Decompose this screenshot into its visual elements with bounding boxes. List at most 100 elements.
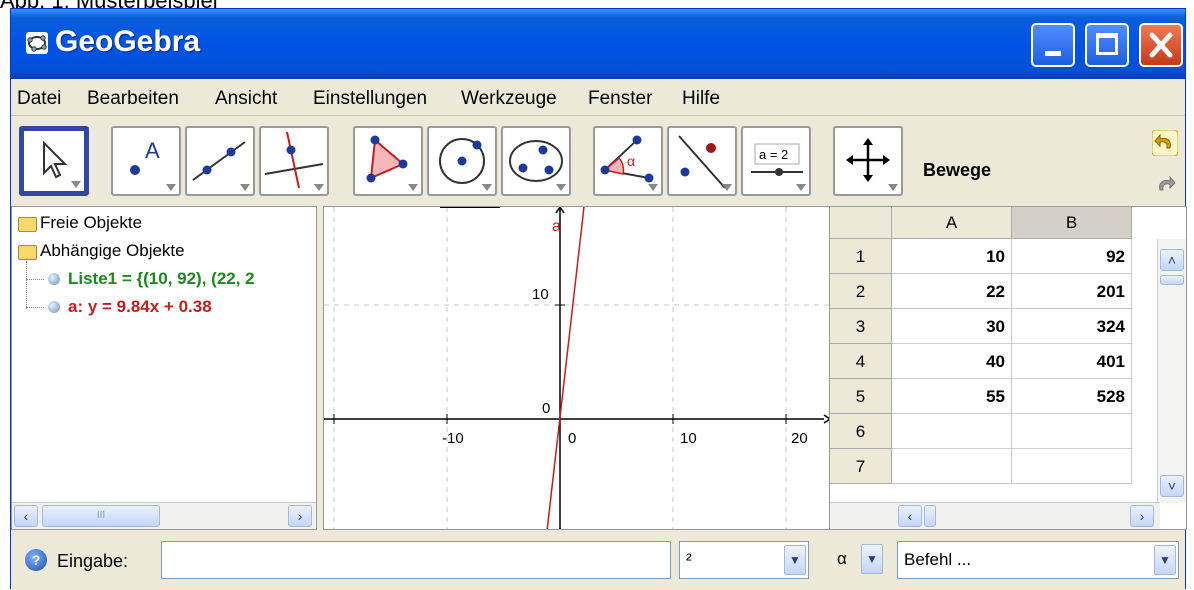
maximize-button[interactable] (1085, 23, 1129, 67)
x-tick-label-minus10: -10 (442, 430, 464, 447)
algebra-horizontal-scrollbar[interactable]: ‹ III › (12, 502, 316, 529)
symbol-combo-value: ² (686, 550, 692, 569)
menu-ansicht[interactable]: Ansicht (215, 88, 277, 110)
line-a-label: a (552, 218, 561, 235)
help-icon[interactable]: ? (25, 549, 47, 571)
geogebra-window: GeoGebra Datei Bearbeiten Ansicht Einste… (10, 8, 1187, 590)
y-tick-label-10: 10 (532, 286, 549, 303)
geogebra-logo-icon (26, 32, 48, 54)
spreadsheet-vertical-scrollbar[interactable]: ˄ ˅ (1157, 239, 1186, 503)
graphics-view[interactable]: 10 0 -10 0 10 20 a (323, 206, 831, 530)
spreadsheet-corner (830, 207, 892, 239)
visibility-toggle-icon[interactable] (48, 273, 60, 285)
polygon-tool-button[interactable] (353, 126, 423, 196)
chevron-down-icon[interactable]: ▼ (861, 544, 883, 574)
column-header-b[interactable]: B (1012, 207, 1132, 239)
scroll-thumb[interactable] (924, 505, 936, 527)
column-header-a[interactable]: A (892, 207, 1012, 239)
cell-a6[interactable] (892, 414, 1012, 449)
cell-b5[interactable]: 528 (1012, 379, 1132, 414)
spreadsheet-horizontal-scrollbar[interactable]: ‹ › (830, 502, 1160, 529)
close-icon (1149, 32, 1173, 58)
move-tool-button[interactable] (19, 126, 89, 196)
scroll-thumb[interactable] (1160, 275, 1184, 285)
chevron-down-icon[interactable]: ▼ (784, 545, 806, 575)
cell-b1[interactable]: 92 (1012, 239, 1132, 274)
line-tool-button[interactable] (185, 126, 255, 196)
scroll-right-icon[interactable]: › (1130, 505, 1154, 527)
row-header[interactable]: 2 (830, 274, 892, 309)
row-header[interactable]: 6 (830, 414, 892, 449)
undo-icon[interactable] (1152, 130, 1178, 156)
menu-bearbeiten[interactable]: Bearbeiten (87, 88, 179, 110)
minimize-icon (1045, 51, 1061, 56)
scroll-left-icon[interactable]: ‹ (898, 505, 922, 527)
cell-b3[interactable]: 324 (1012, 309, 1132, 344)
cell-a5[interactable]: 55 (892, 379, 1012, 414)
slider-tool-text: a = 2 (759, 147, 788, 162)
minimize-button[interactable] (1031, 23, 1075, 67)
angle-tool-button[interactable]: α (593, 126, 663, 196)
tree-line (26, 261, 27, 309)
folder-icon (18, 217, 37, 232)
menu-einstellungen[interactable]: Einstellungen (313, 88, 427, 110)
menu-hilfe[interactable]: Hilfe (682, 88, 720, 110)
reflect-tool-button[interactable] (667, 126, 737, 196)
point-tool-button[interactable]: A (111, 126, 181, 196)
free-objects-node[interactable]: Freie Objekte (40, 213, 142, 233)
dependent-objects-node[interactable]: Abhängige Objekte (40, 241, 185, 261)
title-bar[interactable]: GeoGebra (11, 9, 1185, 79)
cell-b7[interactable] (1012, 449, 1132, 484)
cell-a2[interactable]: 22 (892, 274, 1012, 309)
greek-combo-value: α (837, 549, 847, 568)
toolbar: A α a = 2 Bewege (11, 116, 1185, 204)
visibility-toggle-icon[interactable] (48, 301, 60, 313)
graphics-canvas[interactable]: 10 0 -10 0 10 20 a (324, 207, 831, 530)
perpendicular-tool-button[interactable] (259, 126, 329, 196)
redo-icon[interactable] (1152, 170, 1178, 196)
cell-a4[interactable]: 40 (892, 344, 1012, 379)
scroll-thumb[interactable]: III (42, 505, 160, 527)
cell-b2[interactable]: 201 (1012, 274, 1132, 309)
cell-a7[interactable] (892, 449, 1012, 484)
menu-datei[interactable]: Datei (17, 88, 61, 110)
row-header[interactable]: 4 (830, 344, 892, 379)
row-header[interactable]: 3 (830, 309, 892, 344)
algebra-item-line-a[interactable]: a: y = 9.84x + 0.38 (68, 297, 212, 317)
cell-b6[interactable] (1012, 414, 1132, 449)
menu-werkzeuge[interactable]: Werkzeuge (461, 88, 557, 110)
cell-a3[interactable]: 30 (892, 309, 1012, 344)
conic-tool-button[interactable] (501, 126, 571, 196)
greek-combo[interactable]: α ▼ (831, 541, 891, 579)
cell-a1[interactable]: 10 (892, 239, 1012, 274)
algebra-item-liste1[interactable]: Liste1 = {(10, 92), (22, 2 (68, 269, 255, 289)
menu-fenster[interactable]: Fenster (588, 88, 652, 110)
tree-line (26, 279, 44, 280)
slider-tool-button[interactable]: a = 2 (741, 126, 811, 196)
folder-icon (18, 245, 37, 260)
angle-tool-alpha: α (627, 153, 635, 169)
symbol-combo[interactable]: ² ▼ (679, 541, 809, 579)
scroll-left-icon[interactable]: ‹ (14, 505, 38, 527)
row-header[interactable]: 7 (830, 449, 892, 484)
scroll-right-icon[interactable]: › (288, 505, 312, 527)
command-combo[interactable]: Befehl ... ▼ (897, 541, 1179, 579)
active-tool-label: Bewege (923, 160, 992, 180)
row-header[interactable]: 1 (830, 239, 892, 274)
line-a[interactable] (546, 207, 585, 530)
cell-b4[interactable]: 401 (1012, 344, 1132, 379)
scroll-down-icon[interactable]: ˅ (1160, 475, 1184, 497)
move-view-tool-button[interactable] (833, 126, 903, 196)
x-tick-label-0: 0 (568, 430, 576, 447)
scroll-up-icon[interactable]: ˄ (1160, 249, 1184, 271)
window-title: GeoGebra (55, 25, 201, 58)
y-tick-label-0: 0 (542, 400, 550, 417)
chevron-down-icon[interactable]: ▼ (1154, 545, 1176, 575)
close-button[interactable] (1139, 23, 1183, 67)
input-field[interactable] (161, 541, 671, 579)
x-tick-label-10: 10 (680, 430, 697, 447)
maximize-icon (1096, 33, 1118, 55)
circle-tool-button[interactable] (427, 126, 497, 196)
command-combo-value: Befehl ... (904, 550, 972, 569)
row-header[interactable]: 5 (830, 379, 892, 414)
